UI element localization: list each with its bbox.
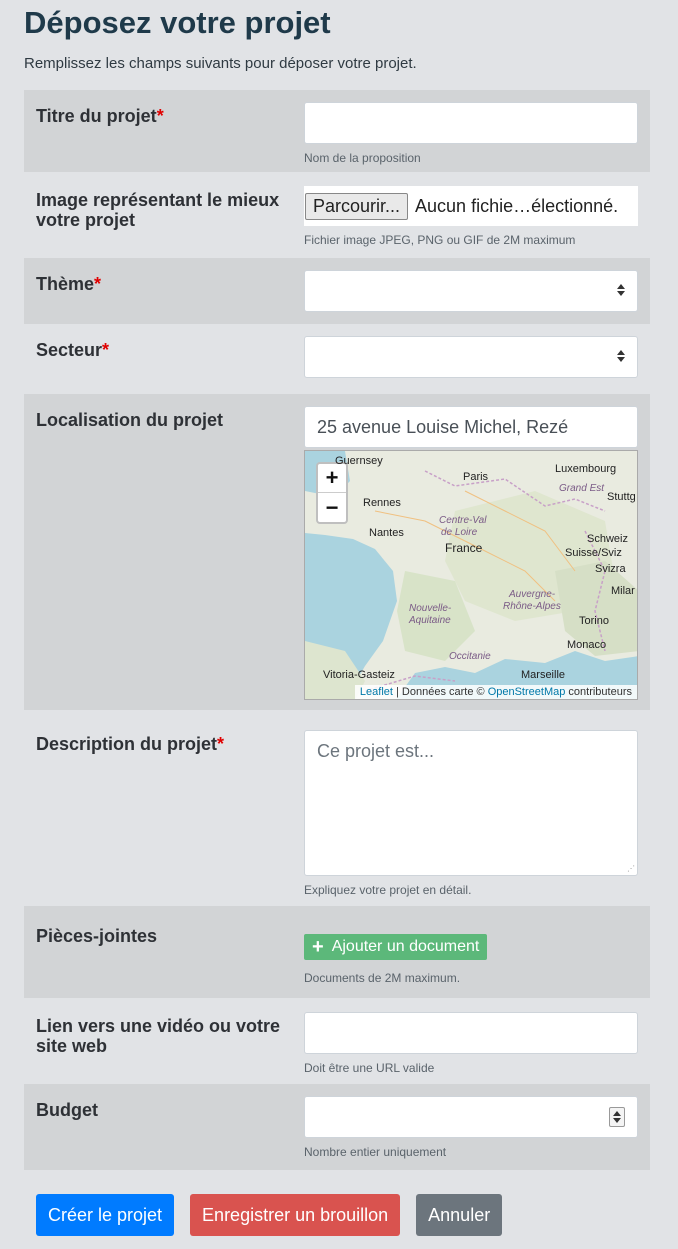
leaflet-link[interactable]: Leaflet (360, 686, 393, 698)
plus-icon: + (312, 936, 324, 958)
budget-input[interactable] (304, 1096, 638, 1138)
map-label-stuttgart: Stuttg (607, 491, 636, 503)
row-description: Description du projet* Ce projet est... … (24, 710, 650, 906)
map-label-guernsey: Guernsey (335, 455, 383, 467)
label-secteur-text: Secteur (36, 340, 103, 360)
row-image: Image représentant le mieux votre projet… (24, 172, 650, 258)
lien-help: Doit être une URL valide (304, 1061, 435, 1075)
map-label-rennes: Rennes (363, 497, 401, 509)
label-theme-text: Thème (36, 274, 95, 294)
map-label-occitanie: Occitanie (449, 651, 491, 662)
attribution-separator: | Données carte © (392, 686, 488, 698)
zoom-in-button[interactable]: + (318, 464, 346, 493)
map-label-luxembourg: Luxembourg (555, 463, 617, 475)
row-theme: Thème* (24, 258, 650, 324)
localisation-input[interactable]: 25 avenue Louise Michel, Rezé (304, 406, 638, 448)
map-label-france: France (445, 541, 483, 555)
row-lien: Lien vers une vidéo ou votre site web Do… (24, 998, 650, 1084)
row-localisation: Localisation du projet 25 avenue Louise … (24, 394, 650, 710)
map-label-suisse: Suisse/Sviz (565, 547, 622, 559)
lien-input[interactable] (304, 1012, 638, 1054)
save-draft-button[interactable]: Enregistrer un brouillon (190, 1194, 401, 1236)
zoom-out-button[interactable]: − (318, 493, 346, 522)
browse-button[interactable]: Parcourir... (305, 192, 409, 220)
pieces-help: Documents de 2M maximum. (304, 971, 461, 985)
required-marker: * (156, 106, 164, 126)
label-lien: Lien vers une vidéo ou votre site web (36, 1016, 281, 1056)
map-label-de-loire: de Loire (441, 527, 478, 538)
map-label-nantes: Nantes (369, 527, 404, 539)
label-theme: Thème* (36, 270, 304, 314)
theme-select[interactable] (304, 270, 638, 312)
map-label-centre: Centre-Val (439, 515, 487, 526)
label-titre: Titre du projet* (36, 102, 304, 162)
required-marker: * (102, 340, 110, 360)
cancel-button[interactable]: Annuler (416, 1194, 503, 1236)
required-marker: * (217, 734, 225, 754)
map-label-marseille: Marseille (521, 669, 566, 681)
row-pieces: Pièces-jointes + Ajouter un document Doc… (24, 906, 650, 998)
row-titre: Titre du projet* Nom de la proposition (24, 90, 650, 172)
required-marker: * (94, 274, 102, 294)
image-file-input[interactable]: Parcourir... Aucun fichie…électionné. (304, 186, 638, 226)
titre-help: Nom de la proposition (304, 151, 421, 165)
select-arrows-icon (617, 350, 625, 362)
add-document-label: Ajouter un document (331, 938, 480, 955)
map-label-rhone: Rhône-Alpes (503, 601, 561, 612)
map-label-grand-est: Grand Est (559, 483, 605, 494)
form-actions: Créer le projet Enregistrer un brouillon… (24, 1170, 650, 1236)
file-status: Aucun fichie…électionné. (415, 195, 619, 216)
description-textarea[interactable]: Ce projet est... ⋰ (304, 730, 638, 876)
location-map[interactable]: + − Guernsey Paris Luxembourg Grand Est … (304, 450, 638, 700)
secteur-select[interactable] (304, 336, 638, 378)
label-budget: Budget (36, 1100, 98, 1120)
titre-input[interactable] (304, 102, 638, 144)
label-secteur: Secteur* (36, 336, 304, 384)
resize-grip-icon[interactable]: ⋰ (627, 864, 635, 873)
map-label-torino: Torino (579, 615, 609, 627)
map-label-aquitaine: Aquitaine (409, 615, 451, 626)
map-label-auvergne: Auvergne- (509, 589, 556, 600)
label-description-text: Description du projet (36, 734, 218, 754)
attribution-tail: contributeurs (565, 686, 632, 698)
zoom-control: + − (316, 462, 348, 524)
number-spinner-icon[interactable] (609, 1107, 625, 1127)
page-intro: Remplissez les champs suivants pour dépo… (24, 55, 417, 72)
label-image: Image représentant le mieux votre projet (36, 190, 280, 230)
map-label-monaco: Monaco (567, 639, 607, 651)
page-title: Déposez votre projet (24, 5, 331, 40)
image-help: Fichier image JPEG, PNG ou GIF de 2M max… (304, 233, 576, 247)
map-label-nouvelle: Nouvelle- (409, 603, 452, 614)
label-titre-text: Titre du projet (36, 106, 157, 126)
row-budget: Budget Nombre entier uniquement (24, 1084, 650, 1170)
row-secteur: Secteur* (24, 324, 650, 394)
map-label-schweiz: Schweiz (587, 533, 628, 545)
osm-link[interactable]: OpenStreetMap (488, 686, 566, 698)
map-label-vitoria: Vitoria-Gasteiz (323, 669, 395, 681)
map-attribution: Leaflet | Données carte © OpenStreetMap … (354, 685, 637, 699)
select-arrows-icon (617, 284, 625, 296)
label-localisation: Localisation du projet (36, 410, 224, 430)
description-help: Expliquez votre projet en détail. (304, 883, 472, 897)
map-label-svizra: Svizra (595, 563, 626, 575)
description-placeholder: Ce projet est... (317, 741, 435, 761)
budget-help: Nombre entier uniquement (304, 1145, 447, 1159)
create-project-button[interactable]: Créer le projet (36, 1194, 175, 1236)
map-label-milan: Milar (611, 585, 635, 597)
label-pieces: Pièces-jointes (36, 926, 158, 946)
add-document-button[interactable]: + Ajouter un document (304, 934, 488, 960)
label-description: Description du projet* (36, 730, 304, 896)
map-label-paris: Paris (463, 471, 489, 483)
